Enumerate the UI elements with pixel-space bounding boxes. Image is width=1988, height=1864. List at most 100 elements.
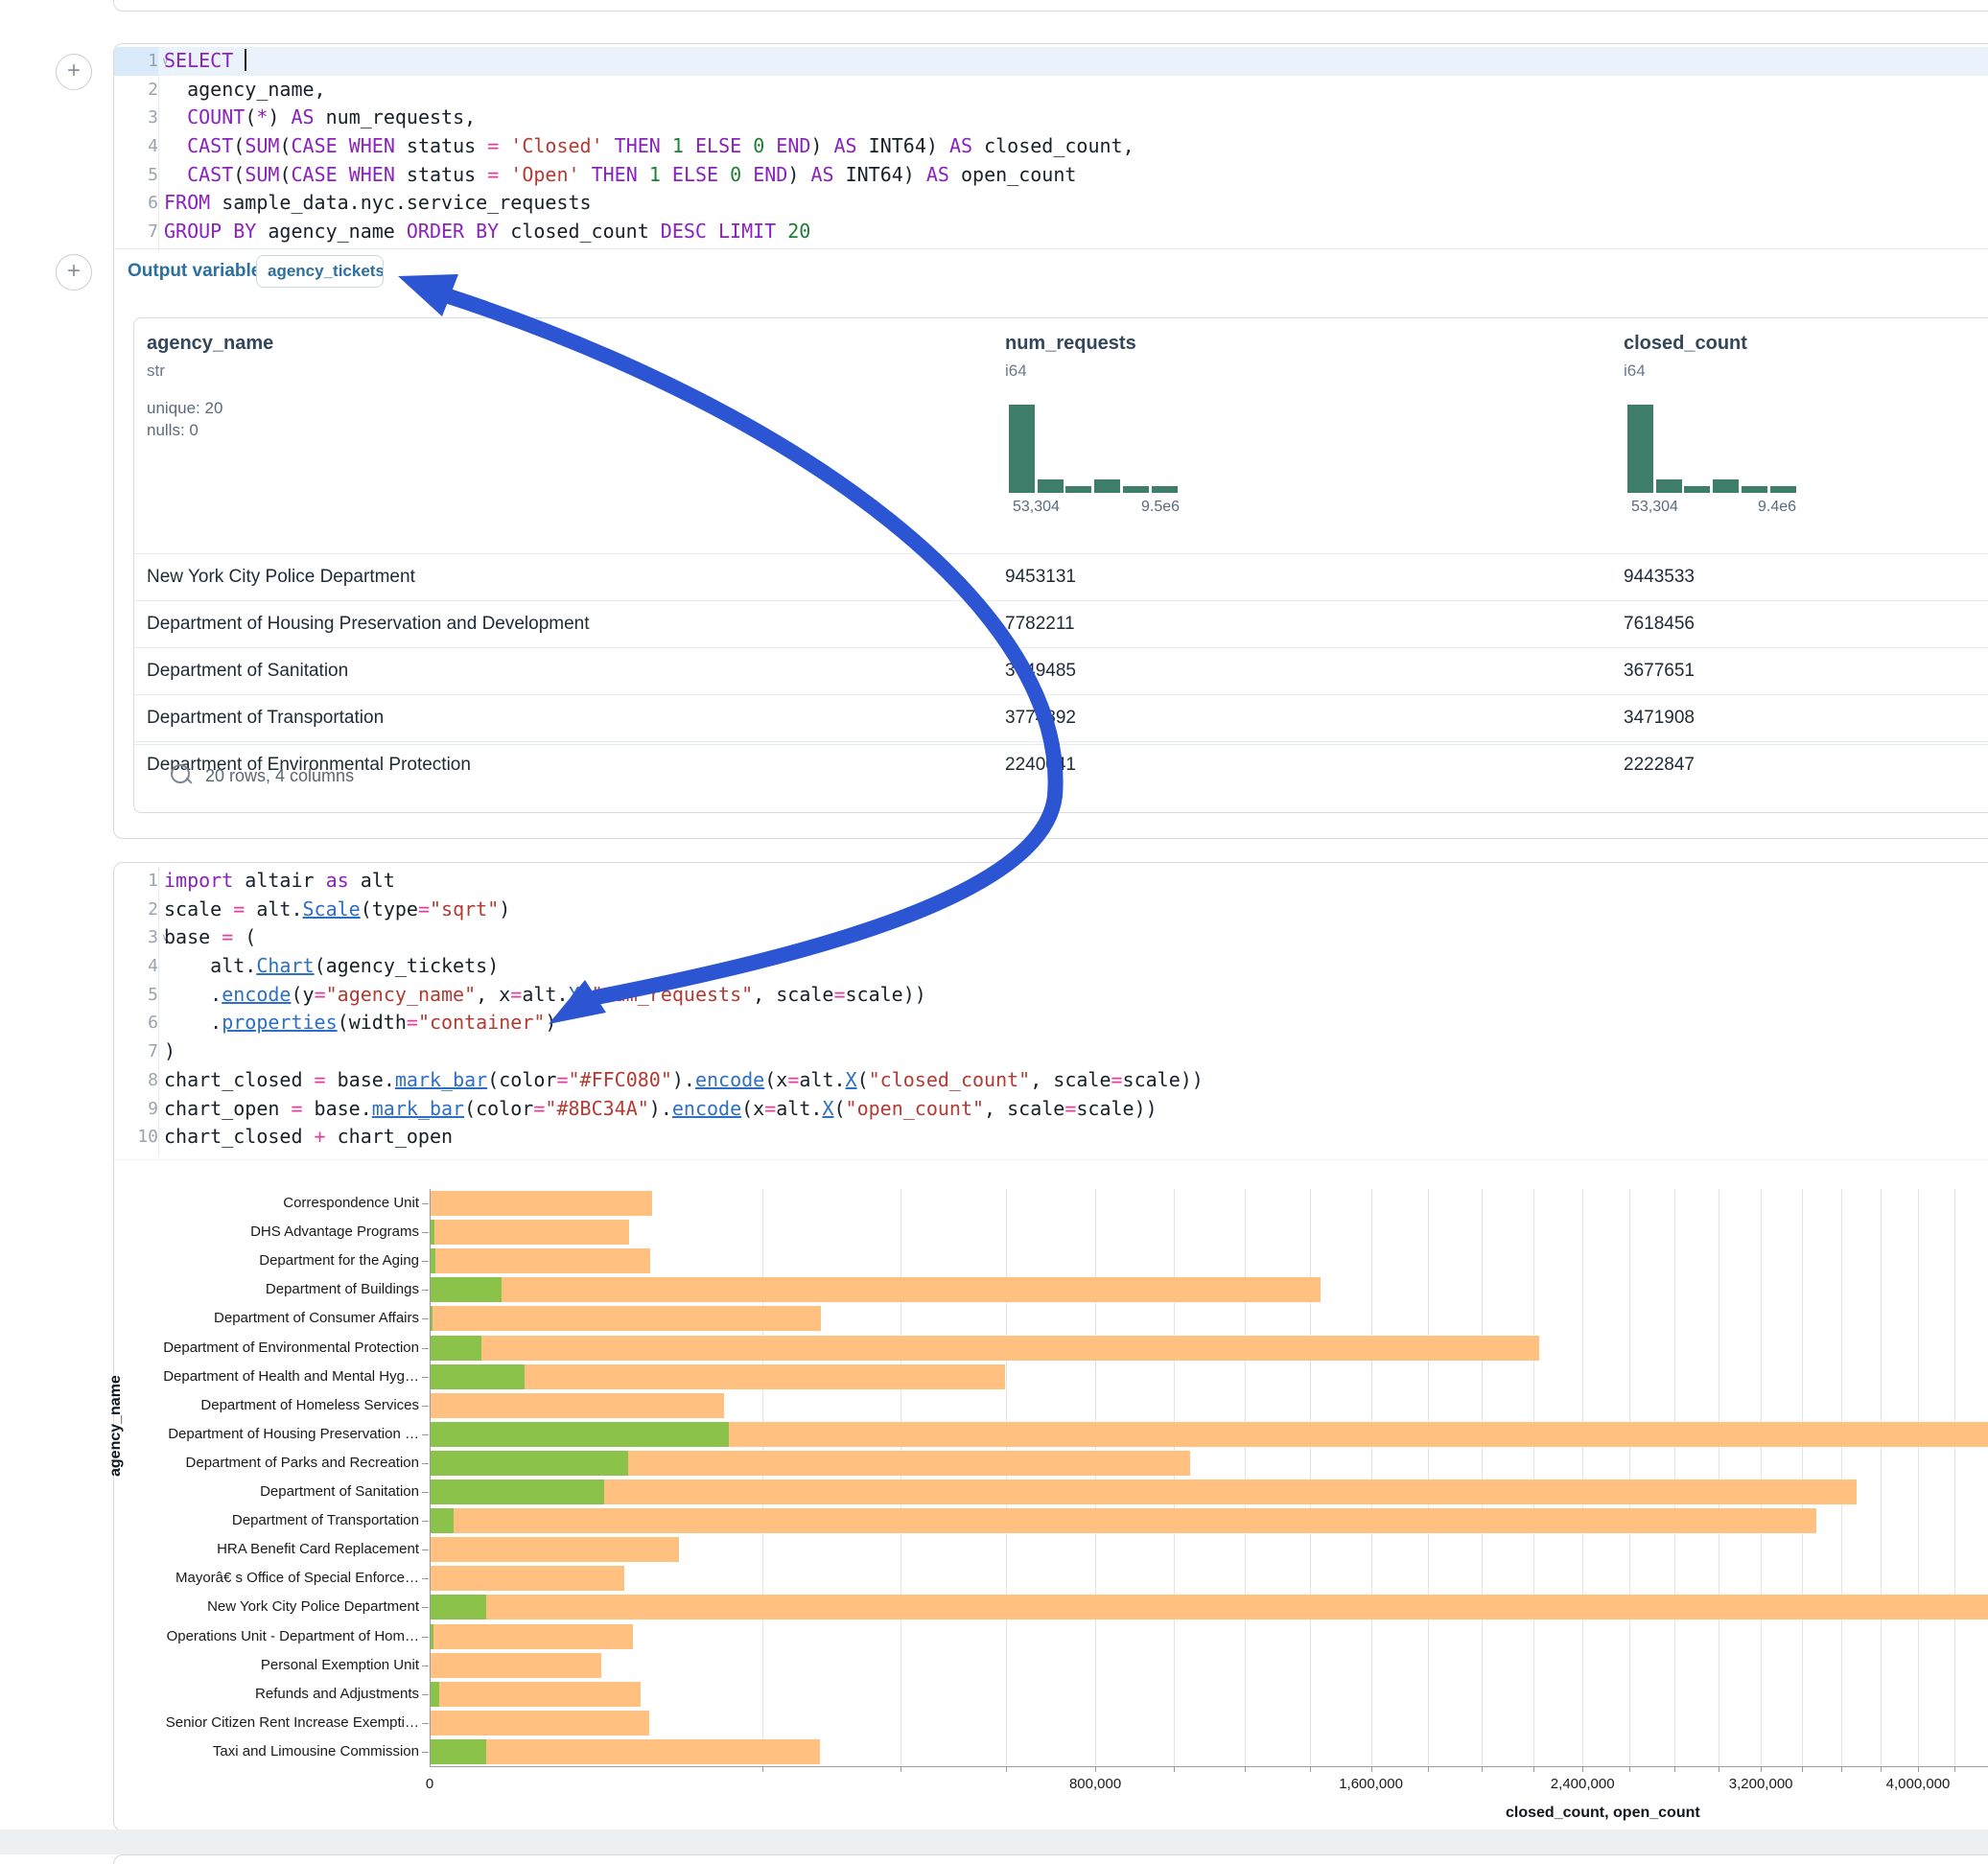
y-axis-label: Correspondence Unit [131,1195,419,1211]
gridline [1582,1189,1583,1766]
open-count-bar[interactable] [430,1364,525,1389]
closed-count-bar[interactable] [430,1480,1857,1504]
closed-count-bar[interactable] [430,1306,821,1331]
notebook-page: + + 1∨SELECT 2 agency_name,3 COUNT(*) AS… [0,0,1988,1864]
closed-count-bar[interactable] [430,1248,650,1273]
open-count-bar[interactable] [430,1451,628,1476]
altair-chart: Correspondence Unit DHS Advantage Program… [0,0,1988,1864]
open-count-bar[interactable] [430,1595,486,1619]
y-axis-tick [422,1318,429,1319]
y-axis-label: Operations Unit - Department of Hom… [131,1628,419,1644]
y-axis-label: Department of Buildings [131,1281,419,1297]
y-axis-label: HRA Benefit Card Replacement [131,1541,419,1557]
y-axis-label: Department of Sanitation [131,1483,419,1500]
y-axis-tick [422,1607,429,1608]
gridline [1674,1189,1675,1766]
gridline [1629,1189,1630,1766]
closed-count-bar[interactable] [430,1336,1539,1361]
y-axis-label: Senior Citizen Rent Increase Exempti… [131,1714,419,1731]
y-axis-tick [422,1521,429,1522]
gridline [1761,1189,1762,1766]
y-axis-tick [422,1637,429,1638]
y-axis-label: DHS Advantage Programs [131,1223,419,1240]
y-axis-label: New York City Police Department [131,1598,419,1615]
closed-count-bar[interactable] [430,1711,649,1736]
y-axis-tick [422,1752,429,1753]
gridline [1533,1189,1534,1766]
closed-count-bar[interactable] [430,1508,1816,1533]
gridline [1174,1189,1175,1766]
open-count-bar[interactable] [430,1336,481,1361]
y-axis-label: Department of Health and Mental Hyg… [131,1368,419,1385]
gridline [1881,1189,1882,1766]
gridline [1428,1189,1429,1766]
gridline [900,1189,901,1766]
gridline [1095,1189,1096,1766]
y-axis-tick [422,1406,429,1407]
y-axis-label: Refunds and Adjustments [131,1686,419,1702]
x-axis-tick-label: 4,000,000 [1886,1776,1951,1792]
y-axis-tick [422,1694,429,1695]
y-axis-tick [422,1434,429,1435]
y-axis-label: Department of Parks and Recreation [131,1455,419,1471]
y-axis-title: agency_name [107,1375,125,1477]
y-axis-label: Mayorâ€ s Office of Special Enforce… [131,1570,419,1586]
y-axis-tick [422,1549,429,1550]
y-axis-label: Department of Transportation [131,1512,419,1528]
y-axis-tick [422,1723,429,1724]
y-axis-line [430,1189,431,1766]
x-axis-line [430,1766,1988,1767]
next-cell-top-edge [113,1854,1988,1864]
x-axis-tick-label: 800,000 [1069,1776,1121,1792]
x-axis-tick-label: 3,200,000 [1729,1776,1793,1792]
gridline [1918,1189,1919,1766]
gridline [1482,1189,1483,1766]
y-axis-label: Department of Housing Preservation … [131,1426,419,1442]
y-axis-label: Personal Exemption Unit [131,1657,419,1673]
open-count-bar[interactable] [430,1682,439,1707]
open-count-bar[interactable] [430,1739,486,1764]
gridline [1245,1189,1246,1766]
gridline [1841,1189,1842,1766]
closed-count-bar[interactable] [430,1624,633,1649]
gridline [1371,1189,1372,1766]
x-axis-tick-label: 0 [426,1776,433,1792]
y-axis-tick [422,1348,429,1349]
gridline [1310,1189,1311,1766]
open-count-bar[interactable] [430,1422,729,1447]
y-axis-label: Department of Homeless Services [131,1397,419,1413]
y-axis-label: Taxi and Limousine Commission [131,1743,419,1759]
y-axis-tick [422,1232,429,1233]
open-count-bar[interactable] [430,1277,502,1302]
closed-count-bar[interactable] [430,1682,641,1707]
closed-count-bar[interactable] [430,1220,629,1245]
y-axis-tick [422,1578,429,1579]
x-axis-title: closed_count, open_count [1506,1805,1700,1822]
closed-count-bar[interactable] [430,1566,624,1591]
closed-count-bar[interactable] [430,1653,601,1678]
closed-count-bar[interactable] [430,1191,652,1216]
closed-count-bar[interactable] [430,1537,679,1562]
gridline [1954,1189,1955,1766]
y-axis-tick [422,1492,429,1493]
gridline [1006,1189,1007,1766]
closed-count-bar[interactable] [430,1595,1988,1619]
y-axis-tick [422,1377,429,1378]
y-axis-tick [422,1463,429,1464]
y-axis-tick [422,1261,429,1262]
y-axis-label: Department of Environmental Protection [131,1340,419,1356]
closed-count-bar[interactable] [430,1277,1321,1302]
y-axis-tick [422,1290,429,1291]
open-count-bar[interactable] [430,1508,454,1533]
y-axis-label: Department for the Aging [131,1252,419,1269]
y-axis-tick [422,1203,429,1204]
page-gap [0,1829,1988,1854]
gridline [762,1189,763,1766]
gridline [1802,1189,1803,1766]
closed-count-bar[interactable] [430,1393,724,1418]
open-count-bar[interactable] [430,1480,604,1504]
x-axis-tick-label: 1,600,000 [1339,1776,1403,1792]
closed-count-bar[interactable] [430,1739,820,1764]
x-axis-tick-label: 2,400,000 [1551,1776,1615,1792]
y-axis-label: Department of Consumer Affairs [131,1310,419,1326]
